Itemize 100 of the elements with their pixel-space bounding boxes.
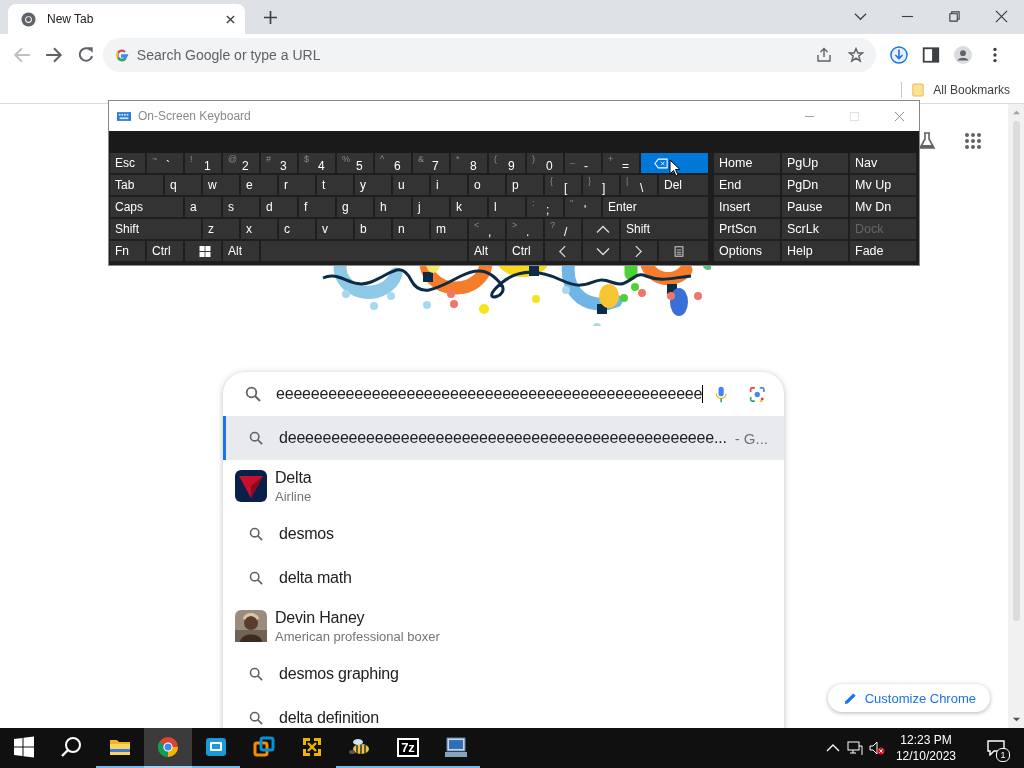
keyboard-key[interactable]: { [ <box>545 175 581 195</box>
browser-tab[interactable]: New Tab <box>8 4 245 34</box>
keyboard-key[interactable]: j <box>413 197 449 217</box>
suggestion-item[interactable]: Devin Haney American professional boxer <box>223 600 784 652</box>
keyboard-key[interactable]: f <box>299 197 335 217</box>
keyboard-key[interactable]: Caps <box>110 197 183 217</box>
keyboard-key[interactable]: Home <box>714 153 780 173</box>
keyboard-key[interactable]: d <box>261 197 297 217</box>
network-icon[interactable] <box>846 740 863 756</box>
keyboard-key[interactable]: Mv Up <box>850 175 916 195</box>
keyboard-key[interactable]: s <box>223 197 259 217</box>
keyboard-key[interactable]: o <box>469 175 505 195</box>
keyboard-key[interactable]: l <box>489 197 525 217</box>
keyboard-key[interactable]: # 3 <box>261 153 297 173</box>
keyboard-key[interactable]: q <box>165 175 201 195</box>
keyboard-key[interactable]: Tab <box>110 175 163 195</box>
windows-key[interactable] <box>185 241 221 261</box>
keyboard-key[interactable]: c <box>279 219 315 239</box>
reload-icon[interactable] <box>76 46 95 64</box>
apps-grid-icon[interactable] <box>964 132 982 150</box>
keyboard-key[interactable]: Fade <box>850 241 916 261</box>
keyboard-key[interactable]: Insert <box>714 197 780 217</box>
keyboard-key[interactable]: h <box>375 197 411 217</box>
address-bar[interactable]: Search Google or type a URL <box>102 38 877 72</box>
keyboard-key[interactable]: Fn <box>110 241 145 261</box>
keyboard-key[interactable]: < , <box>469 219 505 239</box>
keyboard-key[interactable]: k <box>451 197 487 217</box>
search-field[interactable]: eeeeeeeeeeeeeeeeeeeeeeeeeeeeeeeeeeeeeeeeeeeeeeeee <box>276 385 704 403</box>
keyboard-key[interactable]: * 8 <box>451 153 487 173</box>
keyboard-key[interactable]: i <box>431 175 467 195</box>
keyboard-key[interactable]: Shift <box>621 219 708 239</box>
keyboard-key[interactable]: r <box>279 175 315 195</box>
down-arrow-key[interactable] <box>583 241 619 261</box>
menu-key[interactable] <box>659 241 708 261</box>
keyboard-key[interactable]: y <box>355 175 391 195</box>
keyboard-key[interactable]: } ] <box>583 175 619 195</box>
keyboard-key[interactable]: n <box>393 219 429 239</box>
keyboard-key[interactable]: p <box>507 175 543 195</box>
profile-icon[interactable] <box>954 46 973 64</box>
keyboard-key[interactable]: Alt <box>469 241 505 261</box>
microphone-icon[interactable] <box>715 384 728 404</box>
left-arrow-key[interactable] <box>545 241 581 261</box>
suggestion-item[interactable]: delta definition <box>223 696 784 728</box>
keyboard-key[interactable]: ? / <box>545 219 581 239</box>
keyboard-key[interactable]: m <box>431 219 467 239</box>
suggestion-item[interactable]: desmos <box>223 512 784 556</box>
close-icon[interactable] <box>226 14 235 24</box>
keyboard-key[interactable]: b <box>355 219 391 239</box>
suggestion-item[interactable]: desmos graphing <box>223 652 784 696</box>
keyboard-key[interactable]: & 7 <box>413 153 449 173</box>
keyboard-key[interactable]: Ctrl <box>507 241 543 261</box>
flask-icon[interactable] <box>918 132 936 150</box>
keyboard-key[interactable]: + = <box>603 153 639 173</box>
side-panel-icon[interactable] <box>922 46 941 64</box>
keyboard-key[interactable]: v <box>317 219 353 239</box>
share-icon[interactable] <box>816 47 833 63</box>
notifications-button[interactable]: 1 <box>976 728 1016 768</box>
keyboard-key[interactable]: a <box>185 197 221 217</box>
chevron-down-icon[interactable] <box>854 10 867 23</box>
keyboard-key[interactable]: PgDn <box>782 175 848 195</box>
backspace-key[interactable] <box>641 153 708 173</box>
camera-icon[interactable] <box>749 384 766 404</box>
customize-button[interactable]: Customize Chrome <box>827 684 990 712</box>
keyboard-key[interactable]: | \ <box>621 175 657 195</box>
keyboard-key[interactable]: " ' <box>565 197 601 217</box>
keyboard-key[interactable]: Options <box>714 241 780 261</box>
keyboard-key[interactable]: Nav <box>850 153 916 173</box>
keyboard-key[interactable]: Help <box>782 241 848 261</box>
keyboard-key[interactable]: x <box>241 219 277 239</box>
keyboard-key[interactable]: Shift <box>110 219 201 239</box>
new-tab-icon[interactable] <box>264 11 277 24</box>
scroll-down-icon[interactable] <box>1011 715 1021 724</box>
bookmark-folder[interactable]: All Bookmarks <box>912 82 1010 97</box>
keyboard-key[interactable]: ^ 6 <box>375 153 411 173</box>
keyboard-key[interactable]: t <box>317 175 353 195</box>
keyboard-key[interactable]: ( 9 <box>489 153 525 173</box>
keyboard-key[interactable]: % 5 <box>337 153 373 173</box>
keyboard-key[interactable]: _ - <box>565 153 601 173</box>
keyboard-key[interactable]: Ctrl <box>147 241 183 261</box>
volume-muted-icon[interactable] <box>868 740 885 756</box>
keyboard-key[interactable]: Del <box>659 175 708 195</box>
right-arrow-key[interactable] <box>621 241 657 261</box>
taskbar-button[interactable]: 7z <box>384 728 432 768</box>
keyboard-key[interactable]: e <box>241 175 277 195</box>
keyboard-key[interactable]: ~ ` <box>147 153 183 173</box>
keyboard-key[interactable]: u <box>393 175 429 195</box>
suggestion-item[interactable]: delta math <box>223 556 784 600</box>
keyboard-key[interactable]: PgUp <box>782 153 848 173</box>
keyboard-key[interactable]: $ 4 <box>299 153 335 173</box>
keyboard-key[interactable]: : ; <box>527 197 563 217</box>
keyboard-key[interactable]: ! 1 <box>185 153 221 173</box>
keyboard-key[interactable]: @ 2 <box>223 153 259 173</box>
star-icon[interactable] <box>848 47 865 63</box>
keyboard-key[interactable]: Enter <box>603 197 708 217</box>
suggestion-item[interactable]: Delta Airline <box>223 460 784 512</box>
keyboard-key[interactable]: Alt <box>223 241 259 261</box>
download-icon[interactable] <box>890 46 909 64</box>
taskbar-button[interactable] <box>144 728 192 768</box>
keyboard-key[interactable]: Mv Dn <box>850 197 916 217</box>
keyboard-key[interactable]: Esc <box>110 153 145 173</box>
